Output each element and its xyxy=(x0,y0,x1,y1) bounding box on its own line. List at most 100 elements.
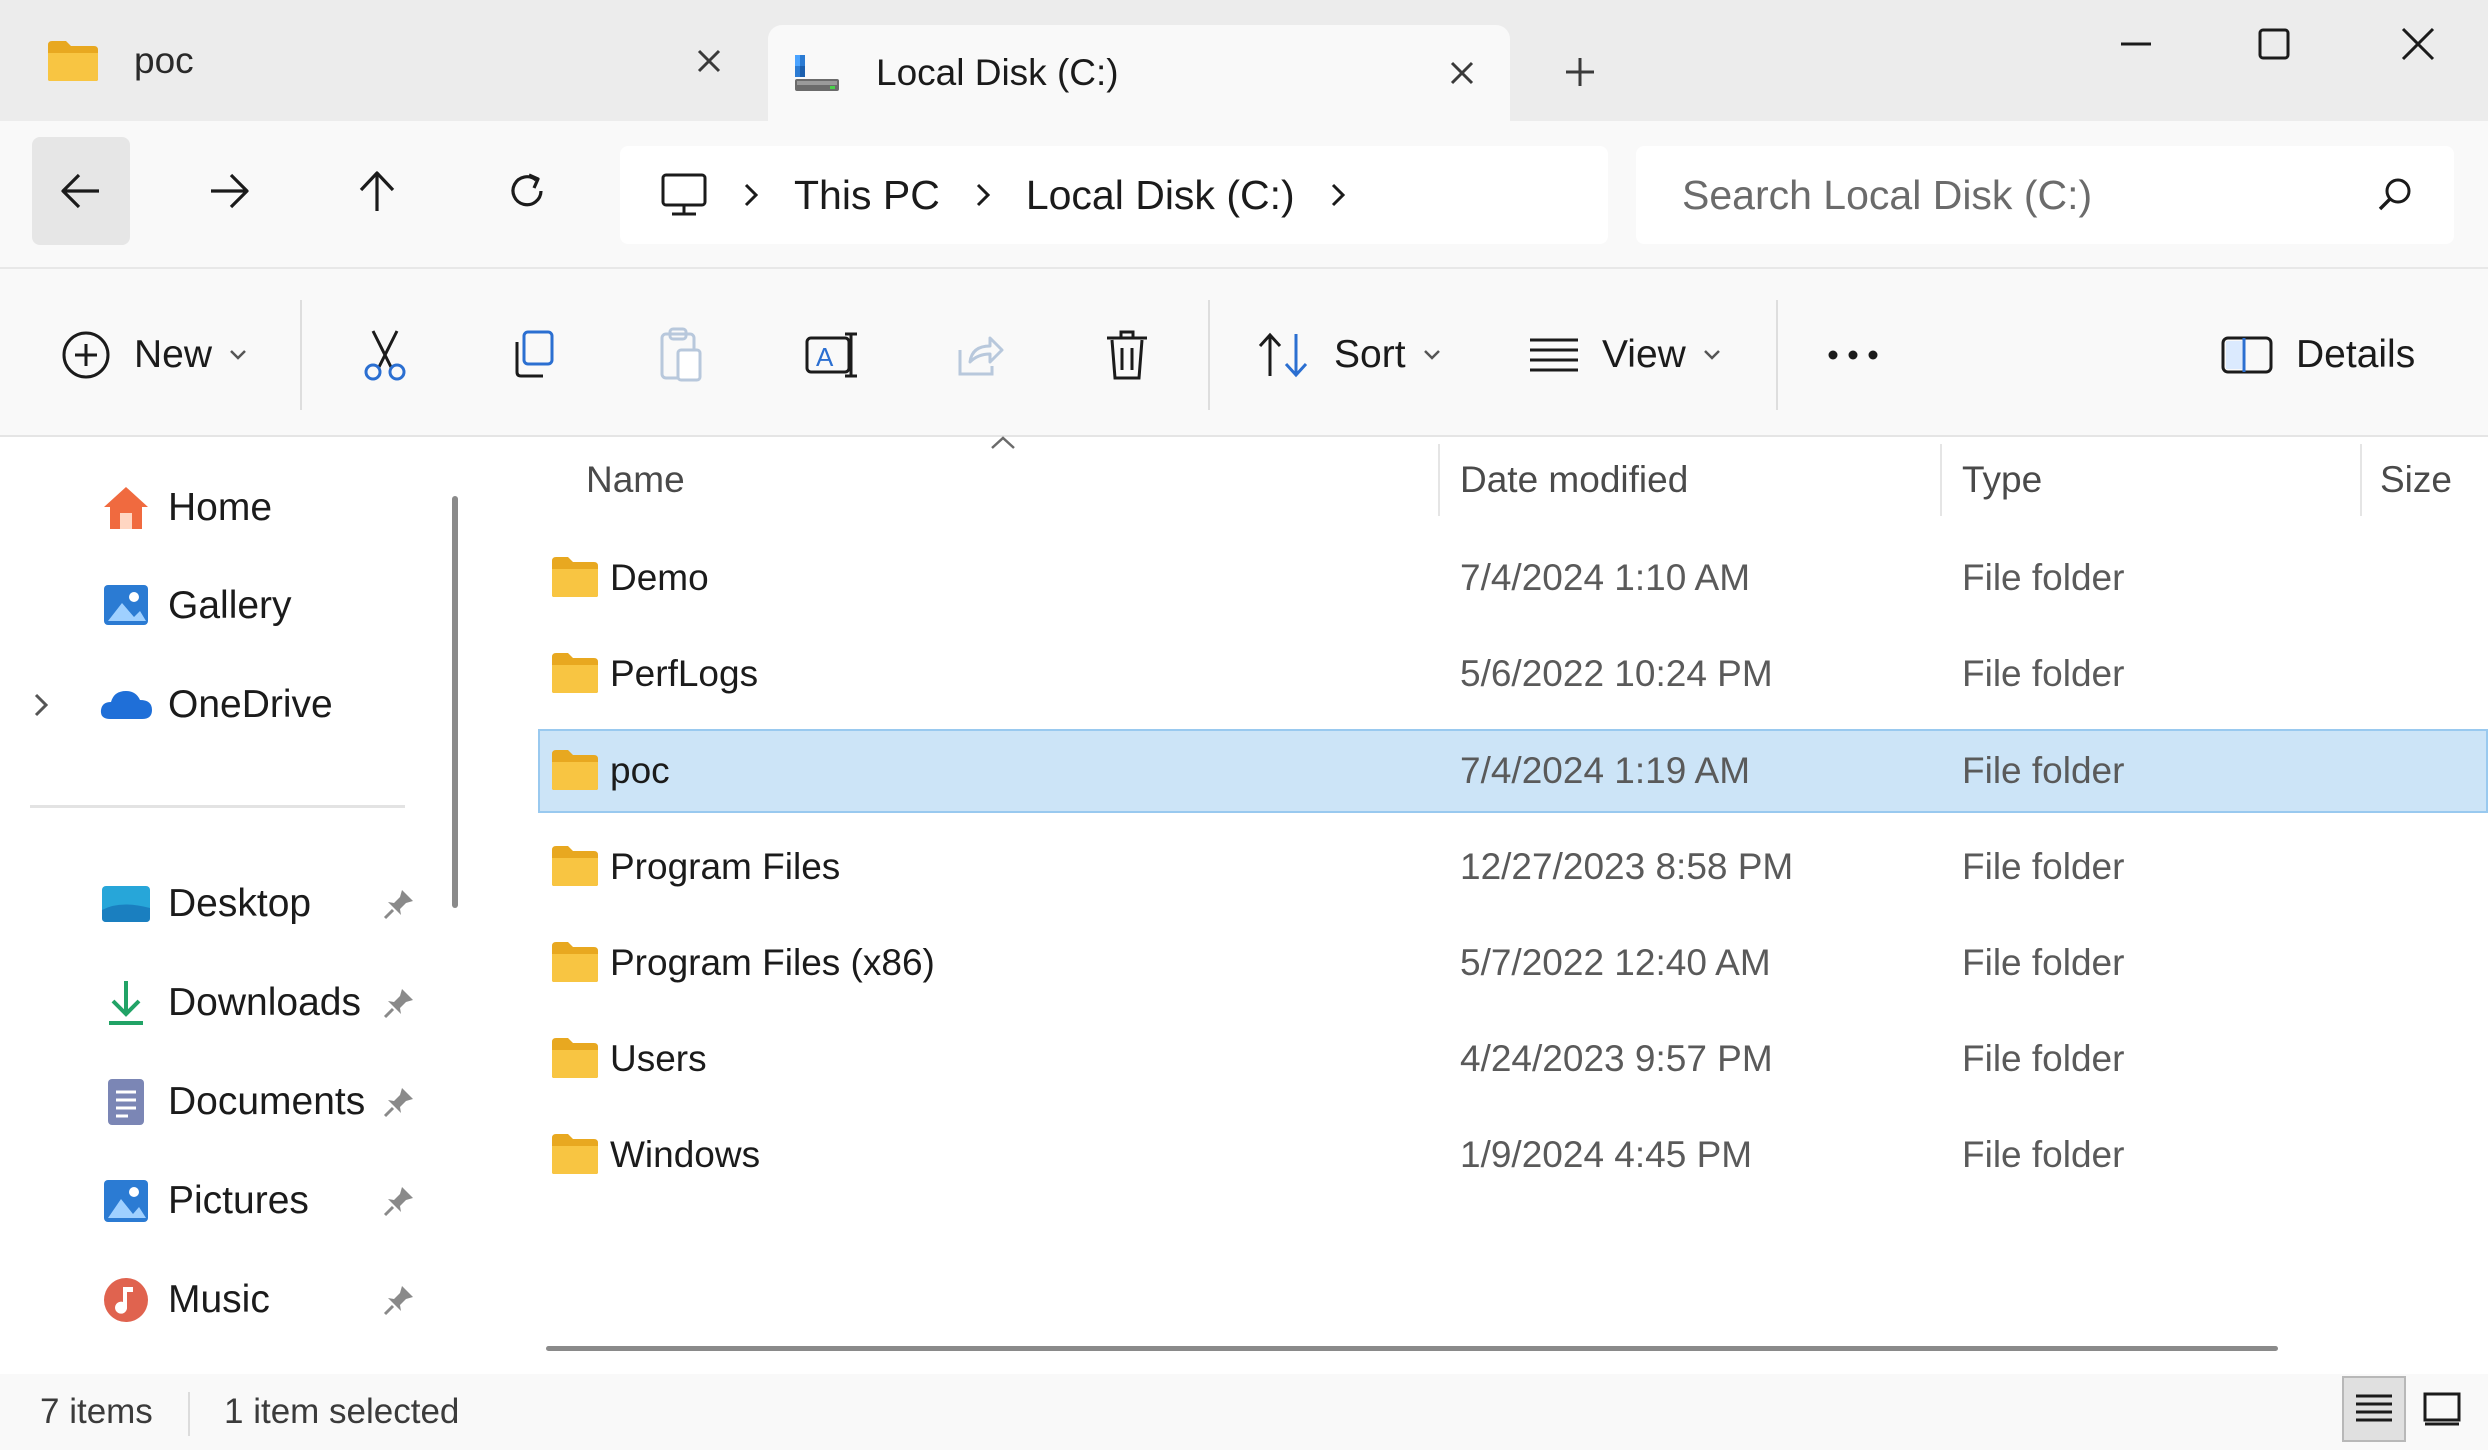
sidebar-item-desktop[interactable]: Desktop xyxy=(0,859,440,949)
sidebar-item-label: Pictures xyxy=(168,1179,309,1222)
column-header-type[interactable]: Type xyxy=(1962,437,2042,523)
rename-button[interactable]: A xyxy=(786,312,876,398)
share-icon xyxy=(952,330,1006,380)
sort-ascending-icon xyxy=(988,434,1018,452)
column-divider[interactable] xyxy=(2360,444,2362,516)
new-tab-button[interactable] xyxy=(1550,42,1610,102)
delete-button[interactable] xyxy=(1082,312,1172,398)
sidebar-item-music[interactable]: Music xyxy=(0,1255,440,1345)
file-row[interactable]: Program Files 12/27/2023 8:58 PM File fo… xyxy=(538,825,2488,909)
trash-icon xyxy=(1103,328,1151,382)
sidebar-item-onedrive[interactable]: OneDrive xyxy=(0,660,440,750)
file-name: Program Files (x86) xyxy=(610,942,935,983)
tab-poc[interactable]: poc xyxy=(0,0,757,121)
sidebar-item-pictures[interactable]: Pictures xyxy=(0,1156,440,1246)
paste-button[interactable] xyxy=(636,312,726,398)
close-tab-icon[interactable] xyxy=(1432,43,1492,103)
details-label: Details xyxy=(2296,333,2416,376)
file-row[interactable]: PerfLogs 5/6/2022 10:24 PM File folder xyxy=(538,632,2488,716)
more-options-button[interactable] xyxy=(1808,312,1898,398)
close-tab-icon[interactable] xyxy=(679,31,739,91)
column-header-size[interactable]: Size xyxy=(2380,437,2452,523)
new-button[interactable]: New xyxy=(60,310,248,400)
file-type: File folder xyxy=(1962,1038,2125,1079)
details-view-icon xyxy=(2354,1392,2394,1426)
minimize-button[interactable] xyxy=(2076,8,2196,80)
maximize-button[interactable] xyxy=(2214,8,2334,80)
column-header-date[interactable]: Date modified xyxy=(1460,437,1688,523)
file-type: File folder xyxy=(1962,846,2125,887)
back-button[interactable] xyxy=(32,137,130,245)
pictures-icon xyxy=(98,1173,154,1229)
view-label: View xyxy=(1602,333,1686,376)
divider xyxy=(30,805,405,808)
details-view-button[interactable] xyxy=(2342,1376,2406,1442)
column-divider[interactable] xyxy=(1438,444,1440,516)
file-row[interactable]: Program Files (x86) 5/7/2022 12:40 AM Fi… xyxy=(538,921,2488,1005)
file-type: File folder xyxy=(1962,942,2125,983)
cut-button[interactable] xyxy=(340,312,430,398)
forward-button[interactable] xyxy=(180,137,278,245)
gallery-icon xyxy=(98,578,154,634)
view-list-icon xyxy=(1528,335,1580,375)
copy-button[interactable] xyxy=(488,312,578,398)
new-label: New xyxy=(134,333,213,376)
chevron-right-icon[interactable] xyxy=(1329,181,1347,209)
sidebar-item-label: Downloads xyxy=(168,981,361,1024)
tab-label: Local Disk (C:) xyxy=(876,52,1119,93)
file-row[interactable]: Demo 7/4/2024 1:10 AM File folder xyxy=(538,536,2488,620)
horizontal-scrollbar[interactable] xyxy=(546,1346,2278,1351)
tiles-view-button[interactable] xyxy=(2410,1376,2474,1442)
pin-icon[interactable] xyxy=(382,1283,416,1317)
details-pane-button[interactable]: Details xyxy=(2220,310,2415,400)
folder-icon xyxy=(550,651,600,695)
tab-label: poc xyxy=(134,39,194,81)
chevron-right-icon[interactable] xyxy=(32,691,50,719)
up-button[interactable] xyxy=(328,137,426,245)
tab-local-disk[interactable]: Local Disk (C:) xyxy=(768,25,1510,121)
pin-icon[interactable] xyxy=(382,1184,416,1218)
sidebar-item-label: Documents xyxy=(168,1080,366,1123)
file-date: 7/4/2024 1:10 AM xyxy=(1460,557,1751,598)
downloads-icon xyxy=(98,975,154,1031)
item-count: 7 items xyxy=(40,1392,153,1431)
ellipsis-icon xyxy=(1825,348,1881,362)
breadcrumb-this-pc[interactable]: This PC xyxy=(794,172,940,219)
preview-view-icon xyxy=(2422,1391,2462,1427)
sidebar-item-downloads[interactable]: Downloads xyxy=(0,958,440,1048)
column-header-name[interactable]: Name xyxy=(586,437,685,523)
file-row[interactable]: Windows 1/9/2024 4:45 PM File folder xyxy=(538,1113,2488,1197)
sidebar-item-label: Gallery xyxy=(168,584,292,627)
search-input[interactable]: Search Local Disk (C:) xyxy=(1636,146,2454,244)
home-icon xyxy=(98,480,154,536)
sidebar-scrollbar[interactable] xyxy=(452,496,458,908)
search-icon[interactable] xyxy=(2376,176,2414,214)
sidebar-item-gallery[interactable]: Gallery xyxy=(0,561,440,651)
sidebar-item-documents[interactable]: Documents xyxy=(0,1057,440,1147)
breadcrumb-local-disk[interactable]: Local Disk (C:) xyxy=(1026,172,1295,219)
column-divider[interactable] xyxy=(1940,444,1942,516)
sort-button[interactable]: Sort xyxy=(1256,310,1442,400)
sidebar-item-label: Music xyxy=(168,1278,270,1321)
chevron-right-icon[interactable] xyxy=(974,181,992,209)
onedrive-icon xyxy=(98,677,154,733)
file-name: Windows xyxy=(610,1134,761,1175)
pin-icon[interactable] xyxy=(382,1085,416,1119)
sidebar-item-label: OneDrive xyxy=(168,683,333,726)
pin-icon[interactable] xyxy=(382,887,416,921)
file-date: 5/7/2022 12:40 AM xyxy=(1460,942,1771,983)
folder-icon xyxy=(550,748,600,792)
view-button[interactable]: View xyxy=(1528,310,1722,400)
sidebar-item-home[interactable]: Home xyxy=(0,463,440,553)
file-row[interactable]: Users 4/24/2023 9:57 PM File folder xyxy=(538,1017,2488,1101)
address-bar[interactable]: This PC Local Disk (C:) xyxy=(620,146,1608,244)
close-window-button[interactable] xyxy=(2358,8,2478,80)
plus-circle-icon xyxy=(60,329,112,381)
refresh-button[interactable] xyxy=(478,137,576,245)
file-name: PerfLogs xyxy=(610,653,759,694)
file-type: File folder xyxy=(1962,1134,2125,1175)
share-button[interactable] xyxy=(934,312,1024,398)
file-row-selected[interactable]: poc 7/4/2024 1:19 AM File folder xyxy=(538,729,2488,813)
pin-icon[interactable] xyxy=(382,986,416,1020)
details-pane-icon xyxy=(2220,335,2274,375)
